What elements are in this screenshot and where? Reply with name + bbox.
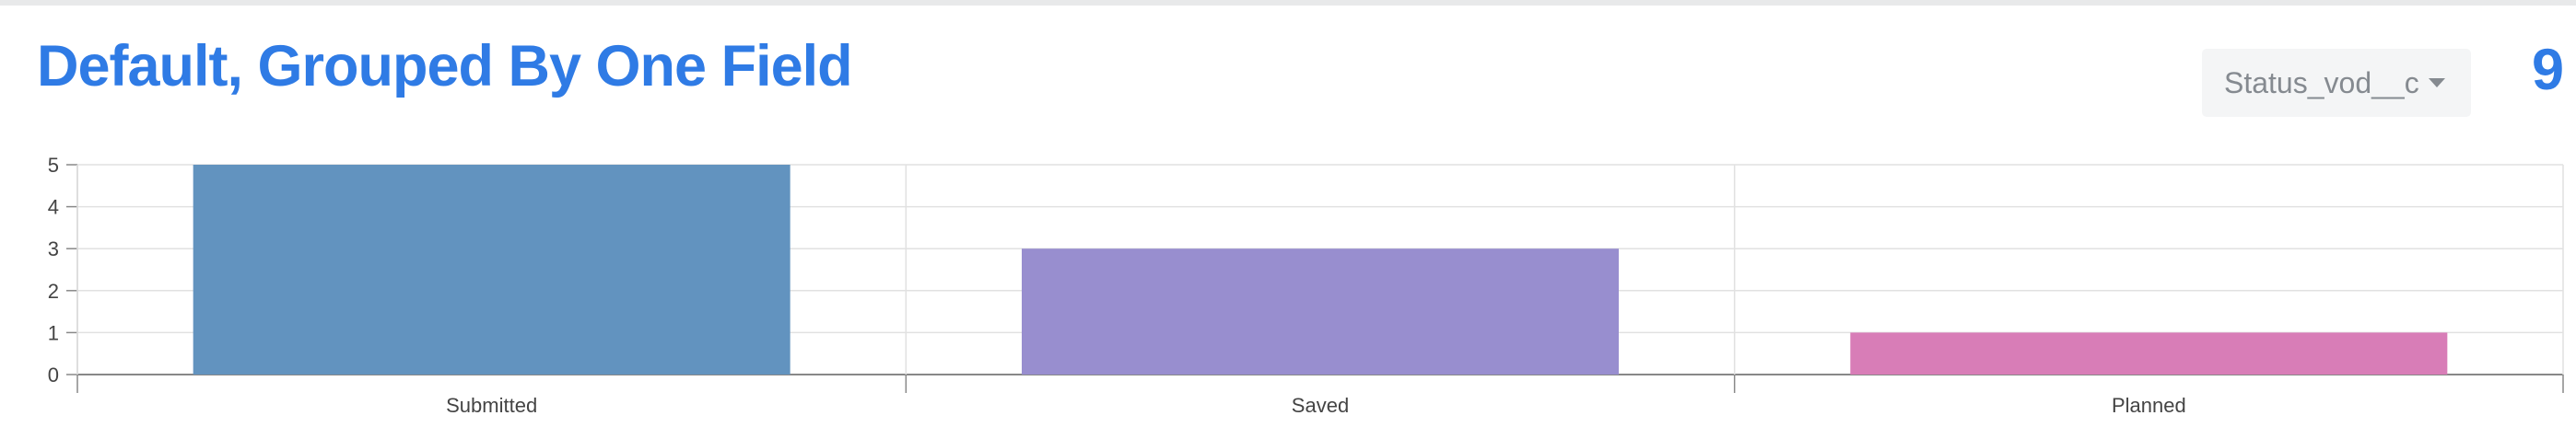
y-tick-label: 0 bbox=[48, 364, 59, 387]
y-tick-label: 3 bbox=[48, 237, 59, 260]
x-tick-label: Planned bbox=[2112, 394, 2186, 417]
y-tick-label: 4 bbox=[48, 196, 59, 219]
y-tick-label: 5 bbox=[48, 154, 59, 177]
bar-planned bbox=[1850, 332, 2448, 375]
y-tick-label: 1 bbox=[48, 321, 59, 344]
x-tick-label: Submitted bbox=[446, 394, 537, 417]
bar-submitted bbox=[193, 165, 790, 375]
y-tick-label: 2 bbox=[48, 280, 59, 303]
bar-saved bbox=[1022, 248, 1619, 375]
bar-chart: 0 1 2 3 4 5 Submitted Saved Planned bbox=[48, 154, 2564, 417]
x-tick-label: Saved bbox=[1292, 394, 1349, 417]
